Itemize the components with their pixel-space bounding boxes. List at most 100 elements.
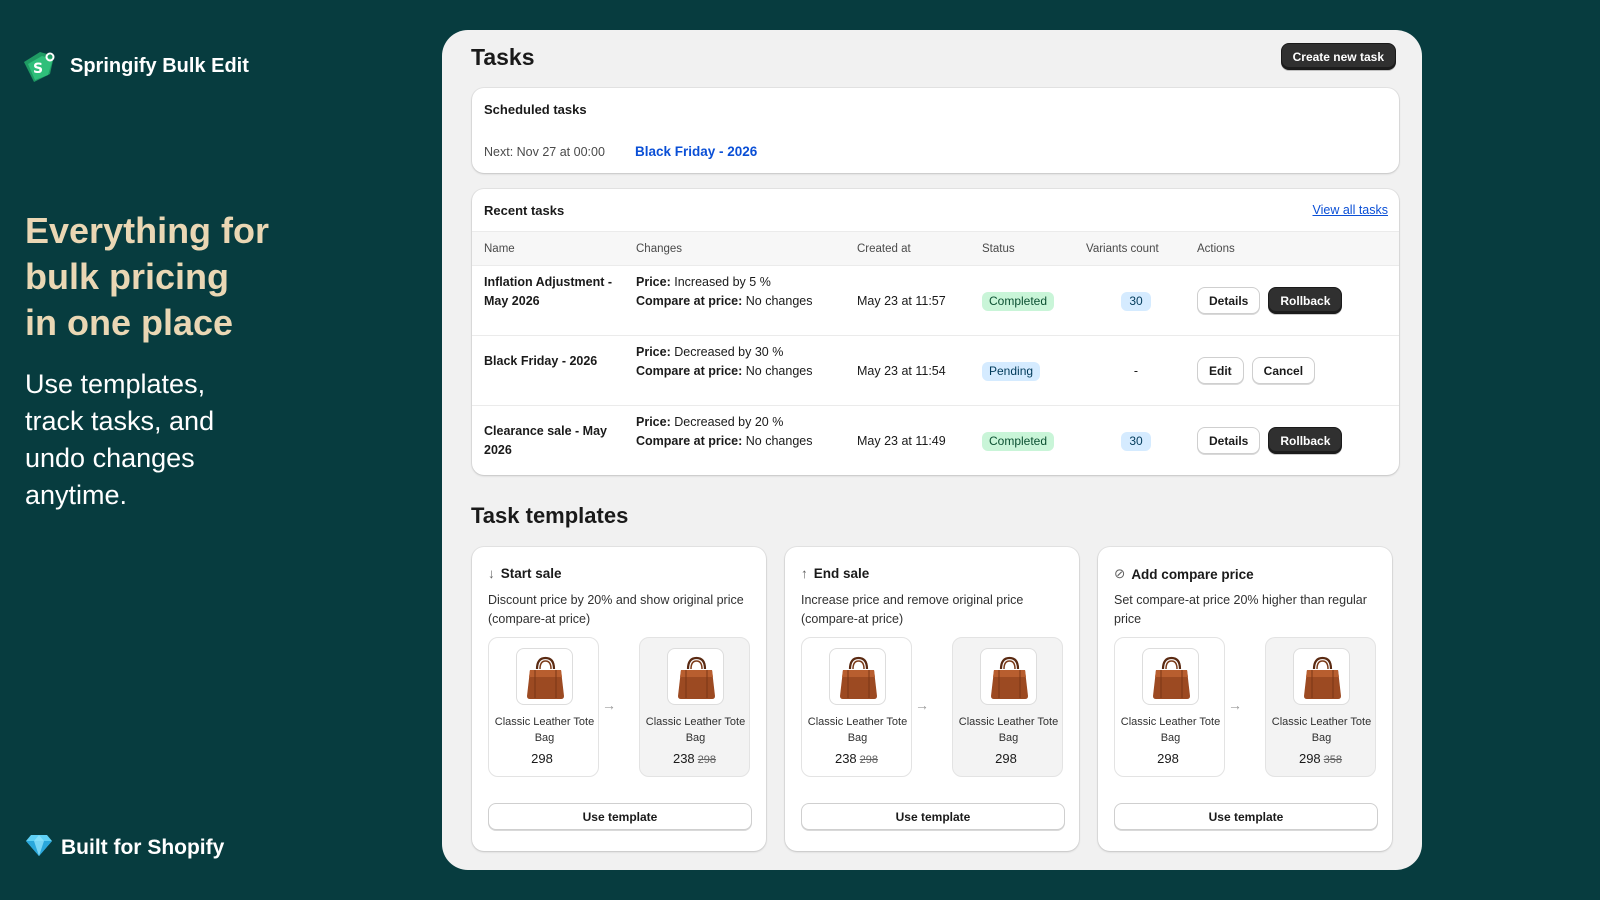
subline-line: anytime. (25, 480, 128, 510)
compare-change: No changes (745, 294, 813, 308)
template-description: Increase price and remove original price… (801, 593, 1024, 626)
column-header: Name (484, 243, 515, 255)
use-template-button[interactable]: Use template (488, 803, 752, 830)
compare-price-icon: ⊘ (1114, 566, 1126, 581)
use-template-button[interactable]: Use template (801, 803, 1065, 830)
variants-cell: 30 (1086, 432, 1186, 451)
use-template-button[interactable]: Use template (1114, 803, 1378, 830)
arrow-up-icon: ↑ (801, 566, 808, 581)
product-after: Classic Leather Tote Bag 298 358 (1265, 637, 1376, 777)
product-price: 238 298 (640, 751, 749, 766)
price-label: Price: (636, 415, 671, 429)
product-name: Classic Leather Tote Bag (1120, 716, 1221, 744)
scheduled-tasks-card: Scheduled tasks Next: Nov 27 at 00:00 Bl… (472, 88, 1399, 173)
create-new-task-button[interactable]: Create new task (1280, 43, 1396, 70)
next-scheduled-label: Next: Nov 27 at 00:00 (484, 145, 605, 159)
details-button[interactable]: Details (1197, 287, 1261, 314)
compare-label: Compare at price: (636, 364, 743, 378)
compare-label: Compare at price: (636, 434, 743, 448)
rollback-button[interactable]: Rollback (1268, 287, 1343, 314)
price-value: 298 (1157, 751, 1179, 766)
template-header: ↑ End sale (801, 566, 869, 581)
price-label: Price: (636, 275, 671, 289)
task-name: Clearance sale - May 2026 (484, 424, 607, 457)
promo-subline: Use templates, track tasks, and undo cha… (25, 366, 255, 514)
product-before: Classic Leather Tote Bag 298 (1114, 637, 1225, 777)
rollback-button[interactable]: Rollback (1268, 427, 1343, 454)
product-price: 298 (953, 751, 1062, 766)
created-at: May 23 at 11:54 (857, 364, 946, 378)
task-changes: Price: Decreased by 30 % Compare at pric… (636, 343, 821, 381)
product-after: Classic Leather Tote Bag 238 298 (639, 637, 750, 777)
product-name: Classic Leather Tote Bag (807, 716, 908, 744)
price-tag-logo-icon: S (20, 48, 60, 84)
template-card-start-sale: ↓ Start sale Discount price by 20% and s… (472, 547, 766, 851)
promo-headline: Everything for bulk pricing in one place (25, 208, 325, 346)
scheduled-task-link[interactable]: Black Friday - 2026 (635, 144, 757, 159)
table-row: Black Friday - 2026 Price: Decreased by … (472, 336, 1399, 406)
compare-change: No changes (745, 364, 813, 378)
brand: S Springify Bulk Edit (20, 48, 249, 84)
template-title: Add compare price (1131, 566, 1254, 582)
product-after: Classic Leather Tote Bag 298 (952, 637, 1063, 777)
task-changes: Price: Increased by 5 % Compare at price… (636, 273, 821, 311)
product-name: Classic Leather Tote Bag (1271, 716, 1372, 744)
brand-name: Springify Bulk Edit (70, 54, 249, 77)
template-description: Set compare-at price 20% higher than reg… (1114, 593, 1367, 626)
edit-button[interactable]: Edit (1197, 357, 1244, 384)
row-actions: Edit Cancel (1197, 357, 1316, 384)
template-card-add-compare-price: ⊘ Add compare price Set compare-at price… (1098, 547, 1392, 851)
column-header: Variants count (1086, 243, 1159, 255)
task-name: Inflation Adjustment - May 2026 (484, 275, 612, 308)
product-before: Classic Leather Tote Bag 238 298 (801, 637, 912, 777)
built-for-label: Built for Shopify (61, 836, 225, 859)
tote-bag-image (1293, 648, 1350, 705)
variants-count: - (1133, 364, 1139, 378)
template-description: Discount price by 20% and show original … (488, 593, 744, 626)
template-title: Start sale (500, 566, 562, 581)
compare-at-price: 298 (697, 754, 717, 766)
product-name: Classic Leather Tote Bag (958, 716, 1059, 744)
tote-bag-image (829, 648, 886, 705)
page-title: Tasks (471, 44, 535, 70)
compare-change: No changes (745, 434, 813, 448)
product-name: Classic Leather Tote Bag (494, 716, 595, 744)
status-badge: Completed (982, 292, 1055, 311)
table-row: Inflation Adjustment - May 2026 Price: I… (472, 266, 1399, 336)
compare-at-price: 358 (1323, 754, 1343, 766)
app-window: Tasks Create new task Scheduled tasks Ne… (442, 30, 1422, 870)
svg-text:S: S (33, 61, 43, 77)
view-all-tasks-link[interactable]: View all tasks (1313, 203, 1389, 217)
product-name: Classic Leather Tote Bag (645, 716, 746, 744)
product-price: 238 298 (802, 751, 911, 766)
variants-count-badge: 30 (1121, 292, 1151, 311)
product-price: 298 358 (1266, 751, 1375, 766)
column-header: Changes (636, 243, 683, 255)
price-label: Price: (636, 345, 671, 359)
arrow-down-icon: ↓ (488, 566, 495, 581)
cancel-button[interactable]: Cancel (1251, 357, 1316, 384)
status-cell: Pending (982, 362, 1041, 381)
arrow-right-icon: → (915, 697, 929, 713)
price-change: Decreased by 30 % (674, 345, 784, 359)
variants-cell: 30 (1086, 292, 1186, 311)
price-change: Increased by 5 % (674, 275, 771, 289)
scheduled-tasks-title: Scheduled tasks (484, 102, 587, 117)
status-cell: Completed (982, 292, 1055, 311)
row-actions: Details Rollback (1197, 287, 1343, 314)
product-price: 298 (489, 751, 598, 766)
column-header: Actions (1197, 243, 1235, 255)
price-change: Decreased by 20 % (674, 415, 784, 429)
price-value: 238 (834, 751, 857, 766)
tote-bag-image (1142, 648, 1199, 705)
built-for-shopify: Built for Shopify (25, 833, 224, 863)
status-cell: Completed (982, 432, 1055, 451)
details-button[interactable]: Details (1197, 427, 1261, 454)
headline-line: bulk pricing (25, 256, 230, 297)
column-header: Created at (857, 243, 911, 255)
subline-line: Use templates, (25, 369, 206, 399)
compare-label: Compare at price: (636, 294, 743, 308)
price-value: 298 (995, 751, 1017, 766)
task-name: Black Friday - 2026 (484, 354, 598, 368)
status-badge: Pending (982, 362, 1041, 381)
